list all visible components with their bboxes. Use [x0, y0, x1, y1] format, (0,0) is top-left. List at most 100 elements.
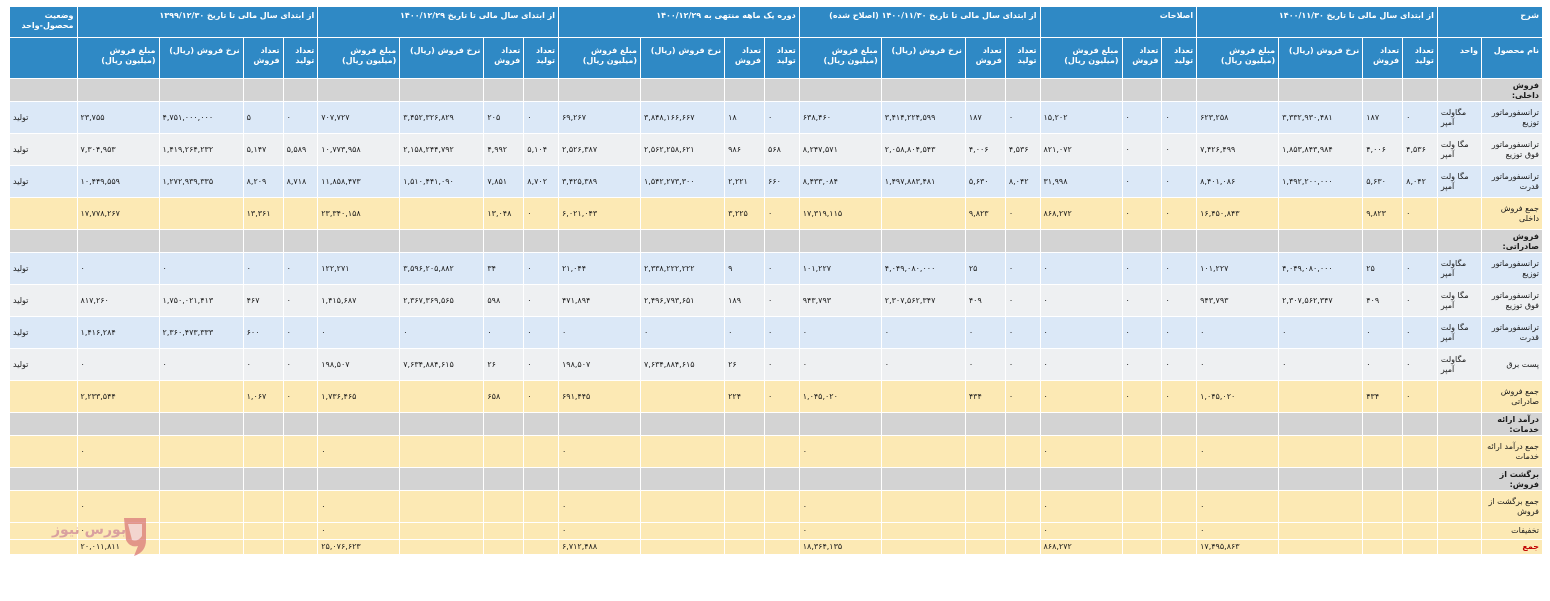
table-cell: ۰: [557, 435, 642, 468]
table-cell: ۴۰۹: [964, 284, 1006, 317]
table-cell: ۰: [523, 348, 559, 381]
table-cell: [639, 522, 726, 540]
table-row: ترانسفورماتور قدرت مگا ولت آمپر ۰ ۰ ۰ ۰ ۰ ۰ ۰ ۰ ۰ ۰…: [9, 316, 1543, 349]
section-filler-cell: [1402, 229, 1438, 253]
table-cell: [724, 435, 766, 468]
table-cell: [1436, 435, 1483, 468]
table-cell: ۰: [1121, 197, 1163, 230]
section-filler-cell: [483, 78, 525, 102]
table-cell: [282, 539, 319, 555]
header-column-7: تعداد فروش: [1121, 37, 1163, 79]
table-row: ترانسفورماتور فوق توزیع مگا ولت آمپر ۰ ۴۰۹ ۲…: [9, 284, 1543, 317]
table-cell: ۰: [1402, 101, 1438, 134]
section-filler-cell: [880, 467, 966, 491]
table-cell: ۰: [1039, 380, 1123, 413]
section-filler-cell: [964, 78, 1006, 102]
table-cell: ۸۶۸,۲۷۲: [1039, 539, 1123, 555]
section-filler-cell: [282, 78, 319, 102]
section-filler-cell: [764, 412, 800, 436]
table-cell: ۳,۸۴۸,۱۶۶,۶۶۷: [639, 101, 726, 134]
section-filler-cell: [242, 412, 284, 436]
header-column-22: تعداد فروش: [242, 37, 284, 79]
table-cell: ۷,۶۳۴,۸۸۴,۶۱۵: [399, 348, 485, 381]
header-column-0: نام محصول: [1481, 37, 1543, 79]
table-cell: [399, 490, 485, 523]
header-column-1: واحد: [1436, 37, 1483, 79]
table-cell: ۶۹۱,۴۴۵: [557, 380, 642, 413]
table-cell: ۶۵۸: [483, 380, 525, 413]
section-filler-cell: [1362, 78, 1404, 102]
table-cell: ۱۰,۷۷۳,۹۵۸: [317, 133, 401, 166]
table-cell: ۰: [76, 435, 160, 468]
table-cell: [1121, 522, 1163, 540]
table-cell: [1436, 539, 1483, 555]
section-filler-cell: [317, 467, 401, 491]
table-cell: ۷,۸۵۱: [483, 165, 525, 198]
section-filler-cell: [1196, 229, 1280, 253]
table-cell: ۶۶۰: [764, 165, 800, 198]
table-cell: [9, 197, 78, 230]
table-cell: [1436, 197, 1483, 230]
section-filler-cell: [158, 412, 244, 436]
table-cell: [483, 539, 525, 555]
table-cell: [880, 490, 966, 523]
table-cell: ۱,۰۶۷: [242, 380, 284, 413]
table-cell: [1362, 435, 1404, 468]
table-cell: ۲۵: [1362, 252, 1404, 285]
section-filler-cell: [1196, 467, 1280, 491]
table-cell: [880, 380, 966, 413]
table-cell: ۰: [1039, 284, 1123, 317]
table-cell: [880, 539, 966, 555]
table-cell: [1402, 539, 1438, 555]
table-cell: [1436, 490, 1483, 523]
table-cell: [964, 522, 1006, 540]
section-filler-cell: [964, 412, 1006, 436]
table-cell: ۲۰۵: [483, 101, 525, 134]
table-cell: ۰: [557, 490, 642, 523]
table-cell: تولید: [9, 252, 78, 285]
table-cell: ۹,۸۲۳: [964, 197, 1006, 230]
table-cell: ۰: [764, 348, 800, 381]
table-cell: ۰: [1161, 380, 1198, 413]
table-cell: ۰: [1004, 252, 1041, 285]
table-cell: [158, 490, 244, 523]
row-label: ترانسفورماتور قدرت: [1481, 316, 1543, 349]
table-cell: [1278, 380, 1364, 413]
table-cell: ۰: [1121, 133, 1163, 166]
section-filler-cell: [798, 467, 882, 491]
table-cell: ۸,۰۴۲: [1402, 165, 1438, 198]
section-filler-cell: [1004, 78, 1041, 102]
table-cell: ۲۶: [724, 348, 766, 381]
section-filler-cell: [764, 229, 800, 253]
table-cell: ۱,۴۹۷,۸۸۳,۴۸۱: [880, 165, 966, 198]
table-cell: ۰: [483, 316, 525, 349]
table-cell: ۰: [1402, 380, 1438, 413]
header-column-17: تعداد تولید: [523, 37, 559, 79]
table-cell: [399, 522, 485, 540]
header-period-3: از ابتدای سال مالی تا تاریخ ۱۴۰۰/۱۱/۳۰ (…: [798, 6, 1041, 38]
section-filler-cell: [1121, 229, 1163, 253]
table-cell: [639, 435, 726, 468]
table-cell: ۸,۴۰۱,۰۸۶: [1196, 165, 1280, 198]
table-cell: [9, 380, 78, 413]
table-cell: ۰: [1196, 316, 1280, 349]
table-cell: ۰: [317, 490, 401, 523]
table-cell: [1278, 539, 1364, 555]
section-filler-cell: [242, 229, 284, 253]
table-cell: ۳,۲۲۵: [724, 197, 766, 230]
table-cell: [242, 435, 284, 468]
table-cell: ۹۴۳,۷۹۳: [1196, 284, 1280, 317]
table-cell: [964, 435, 1006, 468]
section-filler-cell: [557, 78, 642, 102]
header-period-4: دوره یک ماهه منتهی به ۱۴۰۰/۱۲/۲۹: [557, 6, 800, 38]
section-title: فروش صادراتی:: [1481, 229, 1543, 253]
table-row: ترانسفورماتور توزیع مگاولت آمپر ۰ ۱۸۷ ۳,۳۳۲,…: [9, 101, 1543, 134]
table-cell: [1278, 197, 1364, 230]
table-cell: ۲,۳۰۷,۵۶۲,۳۴۷: [880, 284, 966, 317]
section-filler-cell: [1161, 467, 1198, 491]
section-filler-cell: [1161, 229, 1198, 253]
table-cell: ۱۶,۴۵۰,۸۴۳: [1196, 197, 1280, 230]
table-cell: [483, 522, 525, 540]
table-cell: ۵: [242, 101, 284, 134]
table-cell: ۴,۰۴۹,۰۸۰,۰۰۰: [880, 252, 966, 285]
